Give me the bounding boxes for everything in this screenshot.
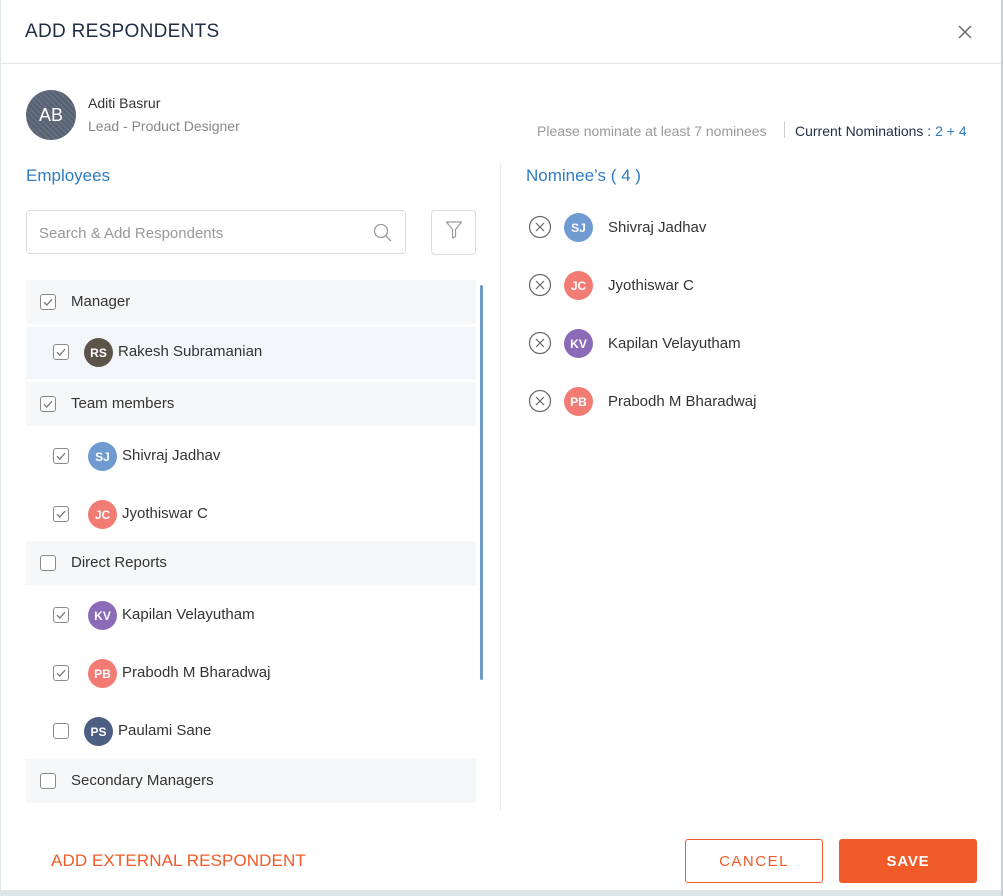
group-checkbox[interactable] <box>40 294 56 310</box>
employee-list[interactable]: Manager RS Rakesh Subramanian Team members S… <box>26 280 476 805</box>
avatar: JC <box>88 500 117 529</box>
column-divider <box>500 164 501 810</box>
current-nominations-value: 2 <box>935 123 943 139</box>
avatar: PS <box>84 717 113 746</box>
add-respondents-modal: ADD RESPONDENTS AB Aditi Basrur Lead - P… <box>1 0 1001 890</box>
remove-circle-icon[interactable] <box>528 273 552 297</box>
employee-checkbox[interactable] <box>53 723 69 739</box>
avatar: JC <box>564 271 593 300</box>
close-icon[interactable] <box>951 20 979 44</box>
nominee-item: KV Kapilan Velayutham <box>528 328 968 364</box>
filter-button[interactable] <box>431 210 476 255</box>
avatar: RS <box>84 338 113 367</box>
avatar: PB <box>88 659 117 688</box>
save-button[interactable]: SAVE <box>839 839 977 883</box>
modal-title: ADD RESPONDENTS <box>25 21 220 42</box>
employee-checkbox[interactable] <box>53 448 69 464</box>
group-row[interactable]: Manager <box>26 280 476 324</box>
remove-circle-icon[interactable] <box>528 389 552 413</box>
nominees-title: Nominee’s ( 4 ) <box>526 166 641 185</box>
avatar: KV <box>564 329 593 358</box>
employee-name: Jyothiswar C <box>122 505 208 522</box>
search-icon[interactable] <box>373 223 393 243</box>
employee-row[interactable]: JC Jyothiswar C <box>26 489 476 539</box>
nominee-name: Prabodh M Bharadwaj <box>608 393 757 410</box>
employee-checkbox[interactable] <box>53 344 69 360</box>
nominee-item: PB Prabodh M Bharadwaj <box>528 386 968 422</box>
avatar: SJ <box>88 442 117 471</box>
current-nominations-label: Current Nominations : <box>795 123 936 139</box>
avatar: KV <box>88 601 117 630</box>
user-avatar: AB <box>26 90 76 140</box>
group-checkbox[interactable] <box>40 555 56 571</box>
employee-checkbox[interactable] <box>53 607 69 623</box>
employee-name: Kapilan Velayutham <box>122 606 255 623</box>
employee-list-scrollbar[interactable] <box>480 285 483 680</box>
current-nominations-added: + 4 <box>946 123 967 139</box>
group-row[interactable]: Direct Reports <box>26 541 476 585</box>
employee-name: Prabodh M Bharadwaj <box>122 664 271 681</box>
nominee-name: Jyothiswar C <box>608 277 694 294</box>
nominee-name: Kapilan Velayutham <box>608 335 741 352</box>
nomination-separator <box>784 122 785 138</box>
employee-name: Paulami Sane <box>118 722 212 739</box>
group-row[interactable]: Secondary Managers <box>26 759 476 803</box>
employee-row[interactable]: PB Prabodh M Bharadwaj <box>26 648 476 698</box>
group-checkbox[interactable] <box>40 773 56 789</box>
remove-circle-icon[interactable] <box>528 331 552 355</box>
current-nominations: Current Nominations : 2 + 4 <box>795 123 967 139</box>
employee-row[interactable]: RS Rakesh Subramanian <box>26 327 476 379</box>
add-external-respondent-link[interactable]: ADD EXTERNAL RESPONDENT <box>51 851 306 871</box>
employee-name: Rakesh Subramanian <box>118 343 263 360</box>
group-label: Manager <box>71 293 131 310</box>
employees-title: Employees <box>26 166 111 185</box>
search-box <box>26 210 406 254</box>
filter-icon <box>445 220 463 245</box>
nominee-item: SJ Shivraj Jadhav <box>528 212 968 248</box>
remove-circle-icon[interactable] <box>528 215 552 239</box>
modal-header: ADD RESPONDENTS <box>1 0 1001 64</box>
nominee-name: Shivraj Jadhav <box>608 219 707 236</box>
group-row[interactable]: Team members <box>26 382 476 426</box>
employee-checkbox[interactable] <box>53 506 69 522</box>
search-input[interactable] <box>39 222 359 244</box>
nominee-item: JC Jyothiswar C <box>528 270 968 306</box>
group-label: Team members <box>71 395 175 412</box>
nomination-note: Please nominate at least 7 nominees <box>537 123 767 139</box>
avatar: SJ <box>564 213 593 242</box>
employee-name: Shivraj Jadhav <box>122 447 221 464</box>
group-checkbox[interactable] <box>40 396 56 412</box>
avatar: PB <box>564 387 593 416</box>
user-role: Lead - Product Designer <box>88 118 240 134</box>
group-label: Direct Reports <box>71 554 167 571</box>
employee-row[interactable]: SJ Shivraj Jadhav <box>26 431 476 481</box>
employee-row[interactable]: KV Kapilan Velayutham <box>26 590 476 640</box>
employee-checkbox[interactable] <box>53 665 69 681</box>
cancel-button[interactable]: CANCEL <box>685 839 823 883</box>
group-label: Secondary Managers <box>71 772 214 789</box>
employee-row[interactable]: PS Paulami Sane <box>26 706 476 756</box>
user-name: Aditi Basrur <box>88 95 161 111</box>
